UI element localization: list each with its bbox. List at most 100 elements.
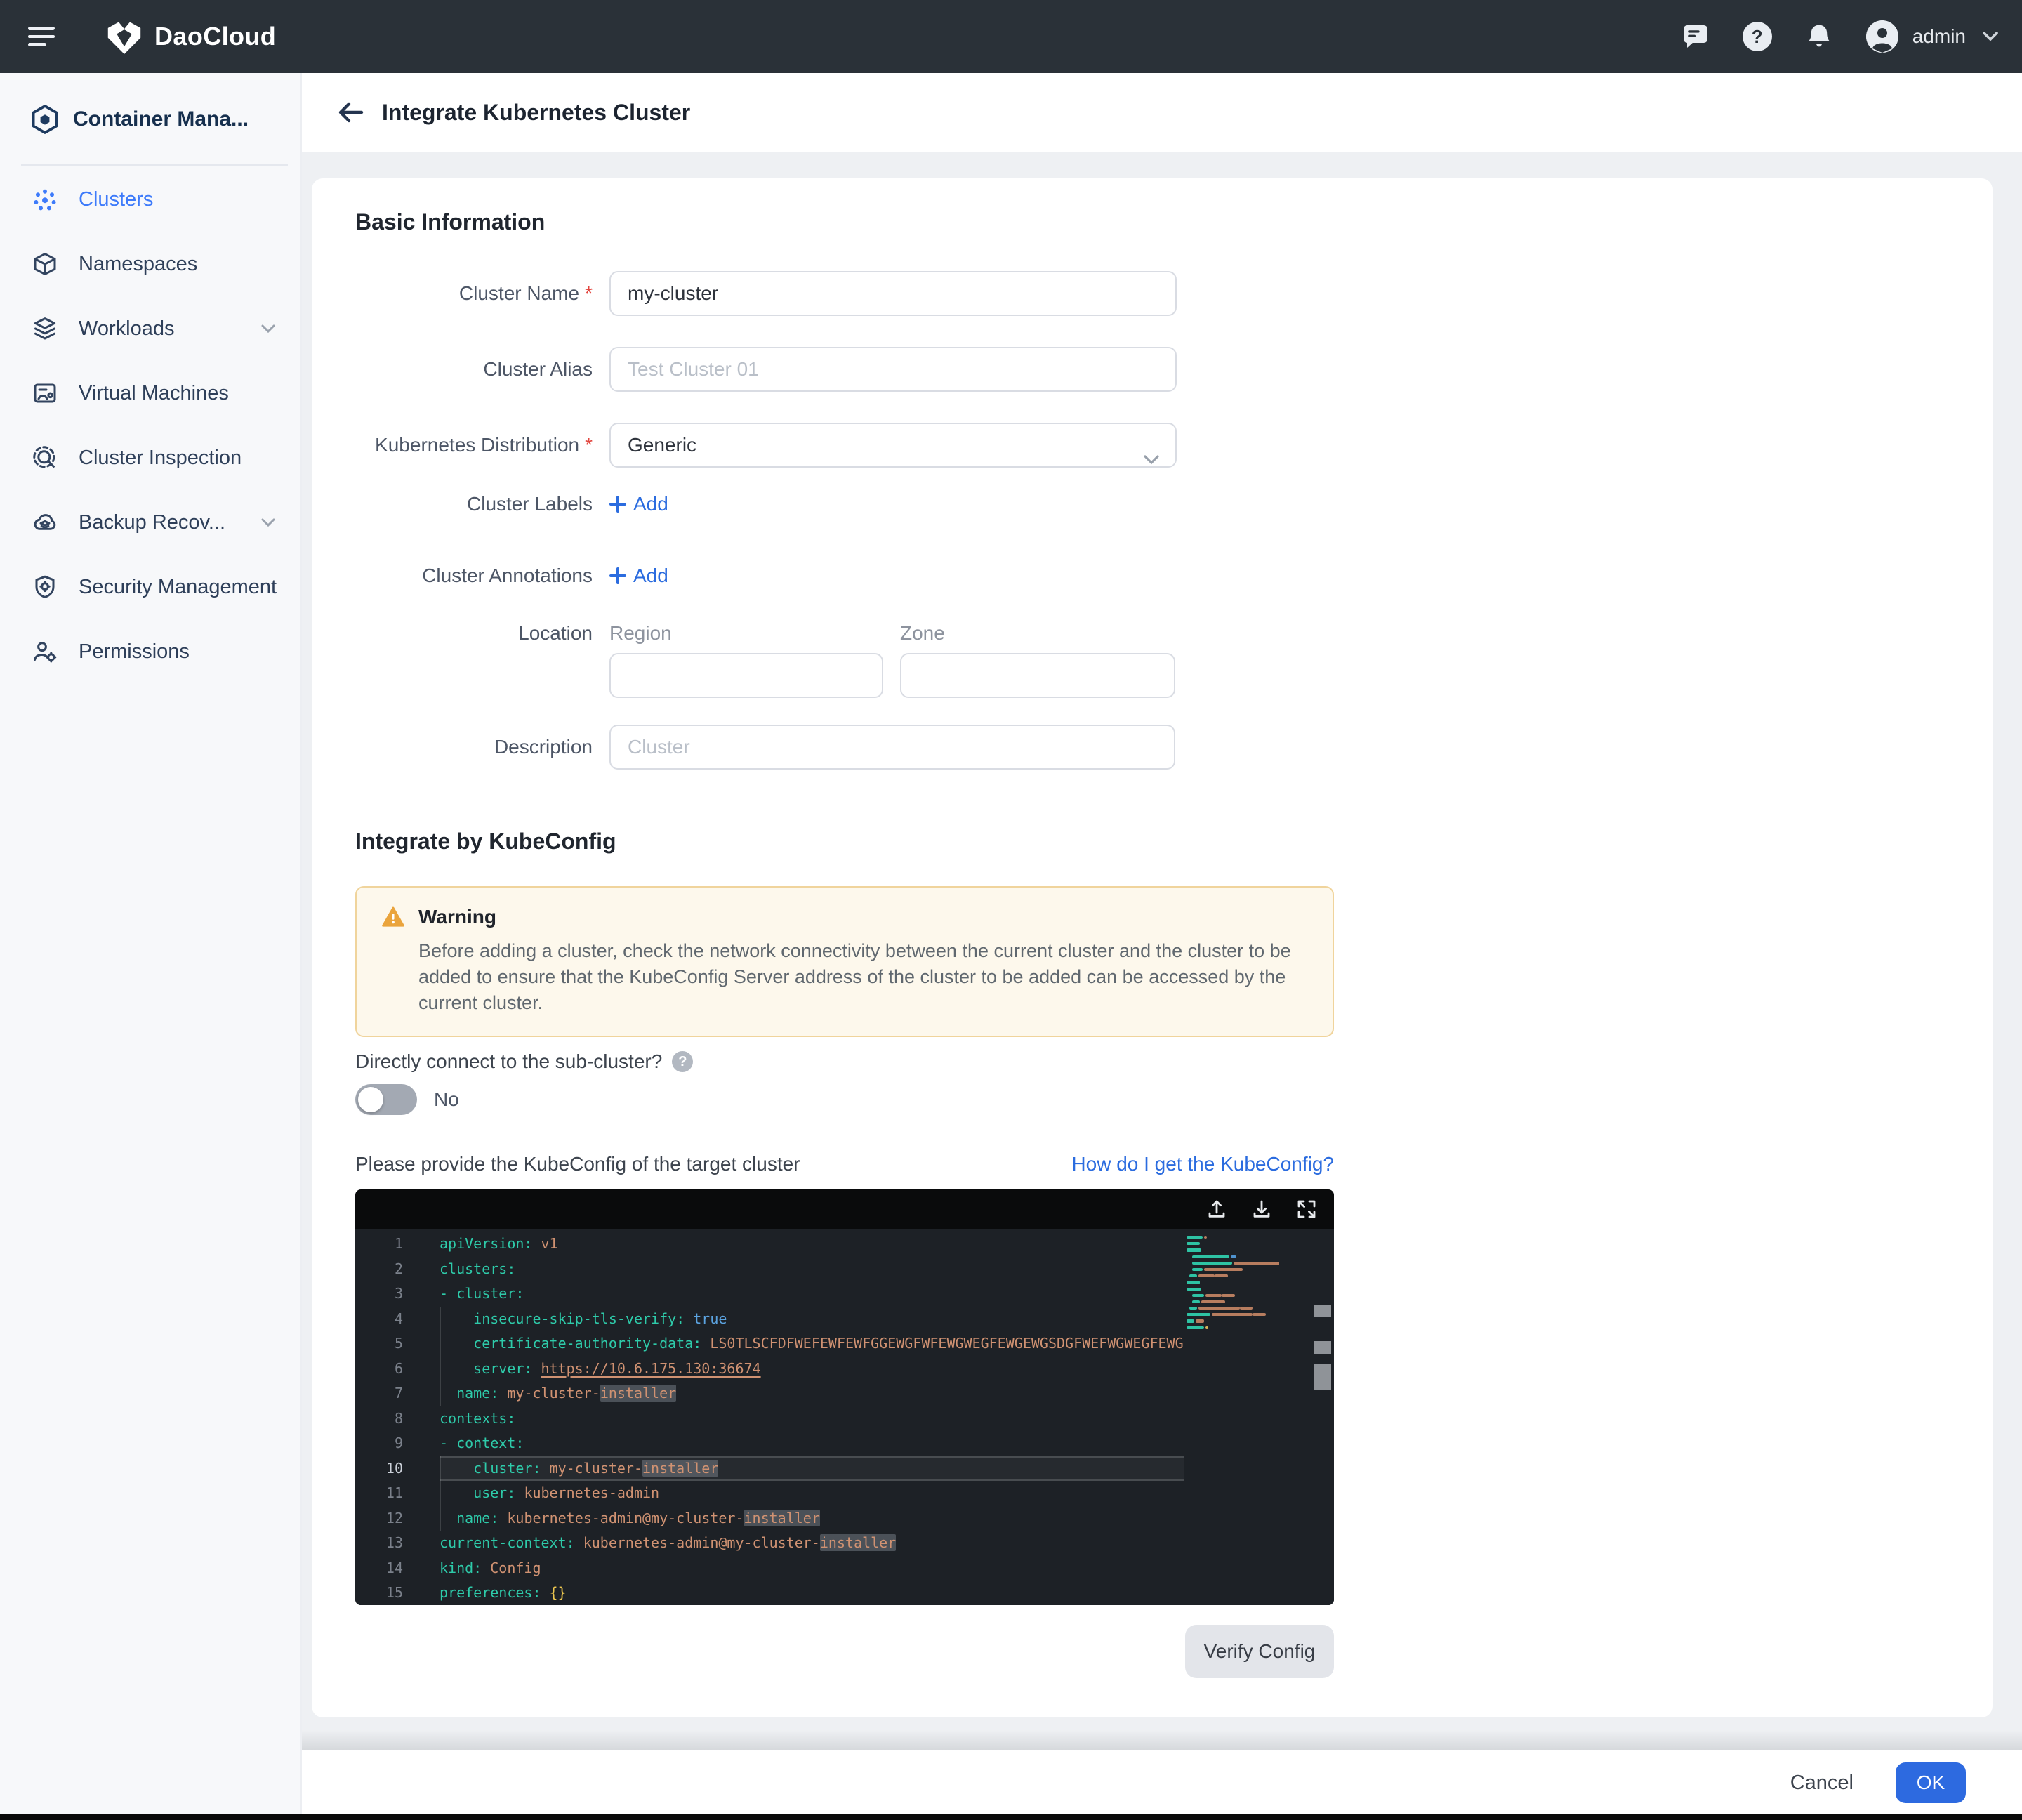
cancel-button[interactable]: Cancel xyxy=(1790,1772,1853,1795)
warning-header: Warning xyxy=(382,906,1307,928)
kubeconfig-help-link[interactable]: How do I get the KubeConfig? xyxy=(1071,1153,1334,1175)
add-cluster-label-button[interactable]: Add xyxy=(609,490,668,518)
sidebar-item-backup-recovery[interactable]: Backup Recov... xyxy=(0,490,300,555)
editor-minimap[interactable] xyxy=(1187,1236,1279,1333)
selected-distribution: Generic xyxy=(628,434,696,456)
kubernetes-distribution-label: Kubernetes Distribution* xyxy=(312,423,593,468)
chevron-down-icon xyxy=(1143,438,1160,480)
kubeconfig-editor[interactable]: 1apiVersion: v12clusters:3- cluster:4 in… xyxy=(355,1189,1334,1605)
backup-recovery-icon xyxy=(32,510,58,535)
form-card: Basic Information Cluster Name* Cluster … xyxy=(312,178,1993,1717)
direct-connect-question: Directly connect to the sub-cluster? ? xyxy=(355,1049,693,1074)
page-title: Integrate Kubernetes Cluster xyxy=(382,100,690,126)
workloads-icon xyxy=(32,316,58,341)
virtual-machines-icon xyxy=(32,381,58,406)
help-icon[interactable]: ? xyxy=(1743,22,1772,51)
warning-banner: Warning Before adding a cluster, check t… xyxy=(355,886,1334,1037)
direct-connect-toggle[interactable] xyxy=(355,1084,417,1115)
sidebar-item-label: Cluster Inspection xyxy=(79,447,242,470)
required-asterisk: * xyxy=(585,434,593,456)
toggle-knob xyxy=(358,1087,383,1112)
avatar[interactable] xyxy=(1866,20,1898,53)
sidebar-item-permissions[interactable]: Permissions xyxy=(0,619,300,684)
cluster-alias-label: Cluster Alias xyxy=(312,347,593,392)
application-window: DaoCloud ? xyxy=(0,0,2022,1820)
zone-label: Zone xyxy=(900,622,945,645)
toggle-state-label: No xyxy=(434,1088,459,1111)
kubeconfig-prompt-row: Please provide the KubeConfig of the tar… xyxy=(355,1153,1334,1175)
permissions-icon xyxy=(32,639,58,664)
verify-config-button[interactable]: Verify Config xyxy=(1185,1625,1334,1678)
cluster-annotations-label: Cluster Annotations xyxy=(312,562,593,590)
cluster-labels-label: Cluster Labels xyxy=(312,490,593,518)
page-footer: Cancel OK xyxy=(302,1750,2022,1816)
add-cluster-annotation-button[interactable]: Add xyxy=(609,562,668,590)
daocloud-logo-icon xyxy=(107,18,142,55)
editor-toolbar xyxy=(355,1189,1334,1229)
sidebar-menu: Clusters Namespaces Workloads Virtu xyxy=(0,167,300,684)
region-label: Region xyxy=(609,622,672,645)
plus-icon xyxy=(609,496,626,513)
sidebar-item-label: Workloads xyxy=(79,317,174,341)
page-titlebar: Integrate Kubernetes Cluster xyxy=(302,73,2022,152)
sidebar-item-namespaces[interactable]: Namespaces xyxy=(0,232,300,296)
chevron-down-icon[interactable] xyxy=(1983,32,1998,41)
cluster-name-label: Cluster Name* xyxy=(312,271,593,316)
main-area: Integrate Kubernetes Cluster Basic Infor… xyxy=(302,73,2022,1820)
sidebar-item-workloads[interactable]: Workloads xyxy=(0,296,300,361)
sidebar-product[interactable]: Container Mana... xyxy=(0,101,300,138)
section-integrate-by-kubeconfig: Integrate by KubeConfig xyxy=(355,826,616,857)
sidebar-item-virtual-machines[interactable]: Virtual Machines xyxy=(0,361,300,426)
kubernetes-distribution-select[interactable]: Generic xyxy=(609,423,1177,468)
bell-icon[interactable] xyxy=(1804,22,1834,51)
chevron-down-icon xyxy=(261,324,275,333)
region-input[interactable] xyxy=(609,653,883,698)
top-navbar: DaoCloud ? xyxy=(0,0,2022,73)
plus-icon xyxy=(609,567,626,584)
sidebar-item-label: Backup Recov... xyxy=(79,511,225,534)
back-arrow-icon[interactable] xyxy=(336,97,366,128)
sidebar-divider xyxy=(21,164,288,166)
download-icon[interactable] xyxy=(1251,1199,1272,1220)
sidebar-item-label: Permissions xyxy=(79,640,190,664)
clusters-icon xyxy=(32,187,58,212)
menu-icon[interactable] xyxy=(28,27,55,46)
user-name[interactable]: admin xyxy=(1912,25,1966,48)
required-asterisk: * xyxy=(585,282,593,304)
chevron-down-icon xyxy=(261,518,275,527)
description-input[interactable] xyxy=(609,725,1175,770)
cluster-name-input[interactable] xyxy=(609,271,1177,316)
sidebar: Container Mana... Clusters Namespaces xyxy=(0,73,302,1820)
sidebar-item-label: Security Management xyxy=(79,576,277,599)
direct-connect-toggle-row: No xyxy=(355,1084,459,1115)
fullscreen-icon[interactable] xyxy=(1296,1199,1317,1220)
warning-body: Before adding a cluster, check the netwo… xyxy=(418,938,1307,1016)
container-management-icon xyxy=(29,104,60,135)
sidebar-item-security-management[interactable]: Security Management xyxy=(0,555,300,619)
sidebar-item-label: Namespaces xyxy=(79,253,197,276)
window-edge xyxy=(0,1814,2022,1820)
sidebar-item-clusters[interactable]: Clusters xyxy=(0,167,300,232)
upload-icon[interactable] xyxy=(1206,1199,1227,1220)
scrollbar-thumb[interactable] xyxy=(1314,1341,1331,1354)
help-glyph: ? xyxy=(1743,22,1772,51)
ok-button[interactable]: OK xyxy=(1896,1762,1966,1803)
scrollbar-thumb[interactable] xyxy=(1314,1364,1331,1390)
kubeconfig-prompt: Please provide the KubeConfig of the tar… xyxy=(355,1153,800,1175)
location-label: Location xyxy=(312,622,593,645)
scrollbar-thumb[interactable] xyxy=(1314,1305,1331,1317)
warning-icon xyxy=(382,906,404,928)
description-label: Description xyxy=(312,725,593,770)
section-basic-information: Basic Information xyxy=(355,206,545,237)
sidebar-product-label: Container Mana... xyxy=(73,107,249,131)
question-icon[interactable]: ? xyxy=(672,1051,693,1072)
cluster-alias-input[interactable] xyxy=(609,347,1177,392)
sidebar-item-cluster-inspection[interactable]: Cluster Inspection xyxy=(0,426,300,490)
zone-input[interactable] xyxy=(900,653,1175,698)
sidebar-item-label: Virtual Machines xyxy=(79,382,229,405)
cluster-inspection-icon xyxy=(32,445,58,470)
warning-title: Warning xyxy=(418,906,496,928)
security-management-icon xyxy=(32,574,58,600)
sidebar-item-label: Clusters xyxy=(79,188,153,211)
message-icon[interactable] xyxy=(1681,22,1710,51)
